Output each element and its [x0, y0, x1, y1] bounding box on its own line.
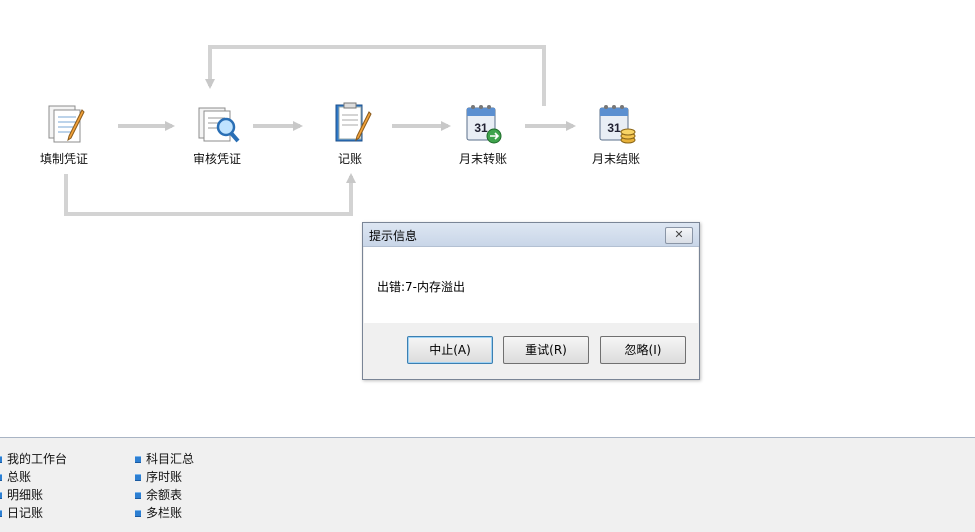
node-post[interactable]: 记账 [310, 100, 390, 167]
ignore-button[interactable]: 忽略(I) [600, 336, 686, 364]
quick-link-label: 日记账 [7, 506, 44, 520]
quick-link-label: 科目汇总 [146, 452, 195, 466]
bullet-icon [0, 510, 2, 517]
dialog-titlebar[interactable]: 提示信息 ✕ [363, 223, 699, 247]
ledger-pencil-icon [335, 102, 372, 142]
dialog-body: 出错:7-内存溢出 [364, 247, 698, 323]
node-month-close[interactable]: 31 月末结账 [576, 100, 656, 167]
svg-text:31: 31 [474, 121, 488, 135]
quick-link-label: 多栏账 [146, 506, 183, 520]
quick-link-general-ledger[interactable]: 总账 [0, 468, 67, 486]
quick-link-label: 序时账 [146, 470, 183, 484]
calendar-transfer-icon: 31 [466, 105, 502, 144]
node-fill-voucher[interactable]: 填制凭证 [24, 100, 104, 167]
quick-link-label: 总账 [7, 470, 32, 484]
quick-links-column-1: 我的工作台 总账 明细账 日记账 [0, 450, 67, 522]
node-month-transfer[interactable]: 31 月末转账 [443, 100, 523, 167]
quick-link-label: 余额表 [146, 488, 183, 502]
calendar-coins-icon: 31 [599, 105, 636, 144]
dialog-title: 提示信息 [369, 229, 418, 243]
bullet-icon [0, 474, 2, 481]
message-dialog: 提示信息 ✕ 出错:7-内存溢出 中止(A) 重试(R) 忽略(I) [362, 222, 700, 380]
dialog-message: 出错:7-内存溢出 [377, 280, 466, 294]
quick-links-panel: 我的工作台 总账 明细账 日记账 科目汇总 序时账 余额表 多栏账 [0, 437, 975, 532]
retry-button[interactable]: 重试(R) [503, 336, 589, 364]
quick-link-journal[interactable]: 日记账 [0, 504, 67, 522]
arrow-loop-top [205, 45, 546, 106]
bullet-icon [135, 474, 141, 481]
node-label: 记账 [337, 152, 362, 166]
bullet-icon [0, 492, 2, 499]
quick-link-label: 我的工作台 [7, 452, 68, 466]
quick-link-balance-sheet[interactable]: 余额表 [135, 486, 194, 504]
node-label: 月末结账 [591, 152, 640, 166]
bullet-icon [135, 492, 141, 499]
document-magnifier-icon [198, 107, 240, 143]
close-button[interactable]: ✕ [665, 227, 693, 244]
quick-link-detail-ledger[interactable]: 明细账 [0, 486, 67, 504]
node-label: 月末转账 [458, 152, 507, 166]
quick-link-multi-column[interactable]: 多栏账 [135, 504, 194, 522]
document-pencil-icon [48, 105, 85, 143]
bullet-icon [135, 456, 141, 463]
abort-button[interactable]: 中止(A) [407, 336, 493, 364]
node-label: 审核凭证 [192, 152, 241, 166]
quick-link-label: 明细账 [7, 488, 44, 502]
arrow-loop-bottom [64, 173, 356, 216]
quick-links-column-2: 科目汇总 序时账 余额表 多栏账 [135, 450, 194, 522]
bullet-icon [0, 456, 2, 463]
bullet-icon [135, 510, 141, 517]
svg-text:31: 31 [607, 121, 621, 135]
node-label: 填制凭证 [39, 152, 88, 166]
quick-link-chronological[interactable]: 序时账 [135, 468, 194, 486]
close-icon: ✕ [674, 228, 684, 241]
node-audit-voucher[interactable]: 审核凭证 [177, 100, 257, 167]
quick-link-account-summary[interactable]: 科目汇总 [135, 450, 194, 468]
quick-link-my-workbench[interactable]: 我的工作台 [0, 450, 67, 468]
